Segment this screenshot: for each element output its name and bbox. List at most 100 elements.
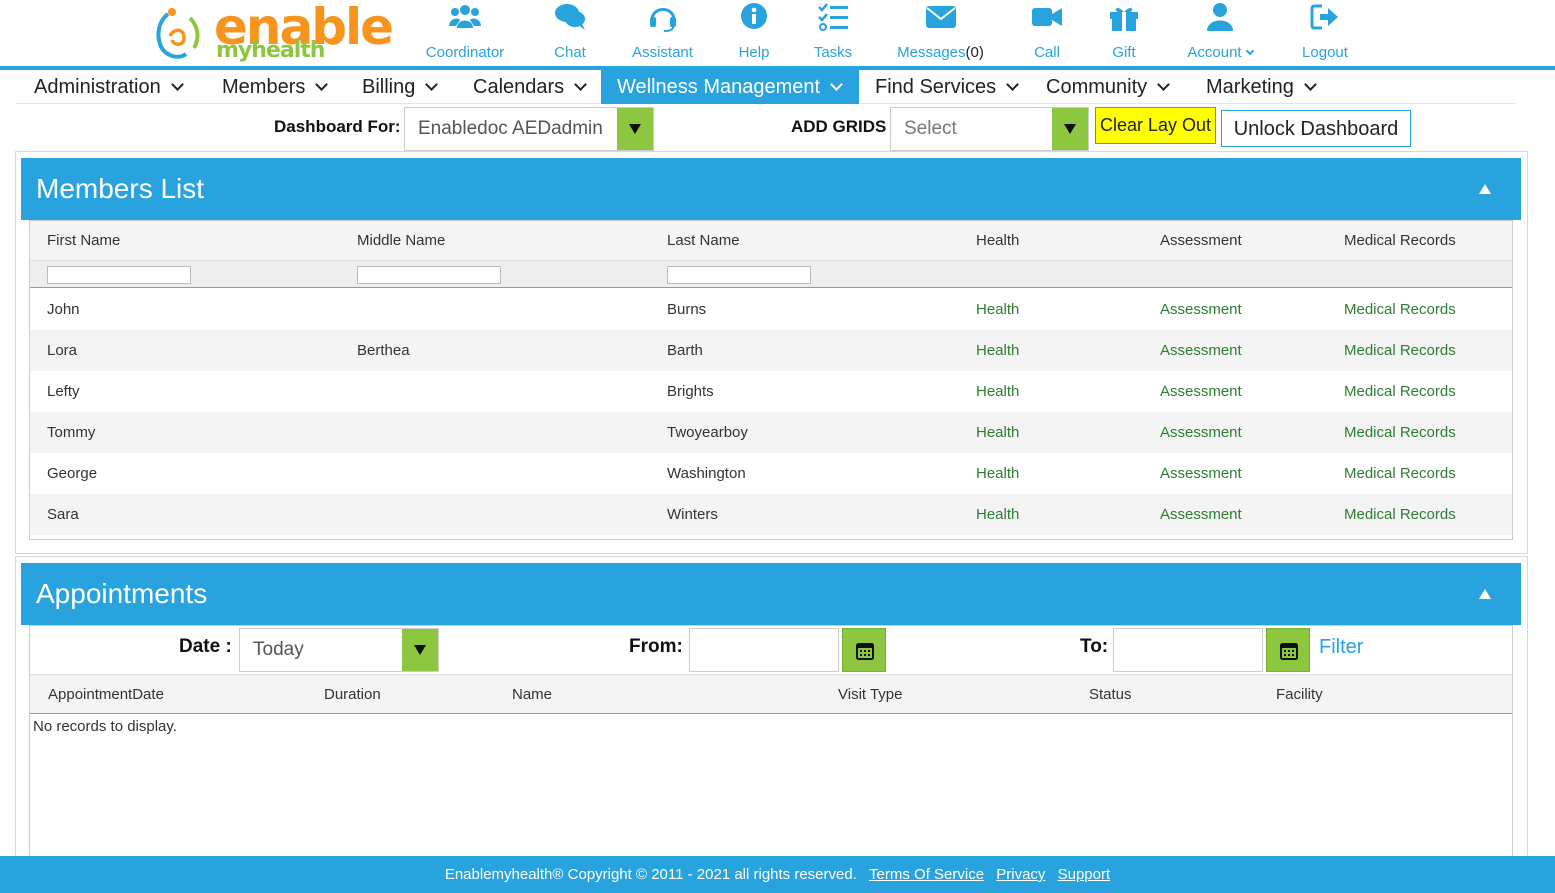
topnav-assistant[interactable]: Assistant xyxy=(625,0,700,66)
tasks-icon xyxy=(818,3,848,31)
health-link[interactable]: Health xyxy=(976,289,1019,330)
medical-records-link[interactable]: Medical Records xyxy=(1344,453,1456,494)
add-grids-label: ADD GRIDS xyxy=(791,117,887,136)
dropdown-arrow-icon[interactable] xyxy=(617,108,653,150)
dashboard-for-label: Dashboard For: xyxy=(274,117,401,136)
first-name-filter-input[interactable] xyxy=(47,266,191,284)
collapse-icon[interactable] xyxy=(1479,589,1491,599)
assessment-link[interactable]: Assessment xyxy=(1160,371,1242,412)
calendar-icon xyxy=(1280,643,1298,660)
menu-members[interactable]: Members xyxy=(222,70,329,104)
table-row[interactable]: Lora Berthea Barth Health Assessment Med… xyxy=(30,330,1512,371)
column-header[interactable]: Facility xyxy=(1276,675,1323,715)
topnav-logout[interactable]: Logout xyxy=(1295,0,1355,66)
brand-logo[interactable]: enable myhealth xyxy=(150,0,394,66)
menu-label: Calendars xyxy=(473,76,565,98)
filter-link[interactable]: Filter xyxy=(1319,636,1363,659)
column-header[interactable]: Health xyxy=(976,221,1019,261)
medical-records-link[interactable]: Medical Records xyxy=(1344,494,1456,535)
column-header[interactable]: Duration xyxy=(324,675,381,715)
menu-label: Billing xyxy=(362,76,416,98)
menu-label: Find Services xyxy=(875,76,997,98)
chevron-down-icon xyxy=(1303,78,1317,91)
gift-icon xyxy=(1110,7,1138,31)
first-name-cell: Tommy xyxy=(47,424,96,441)
table-row[interactable]: Tommy Twoyearboy Health Assessment Medic… xyxy=(30,412,1512,453)
main-menu: Administration Members Billing Calendars… xyxy=(16,70,1516,104)
column-header[interactable]: Visit Type xyxy=(838,675,902,715)
chevron-down-icon xyxy=(315,78,329,91)
column-header[interactable]: Middle Name xyxy=(357,221,445,261)
dropdown-arrow-icon[interactable] xyxy=(402,629,438,671)
menu-administration[interactable]: Administration xyxy=(34,70,184,104)
topnav-coordinator[interactable]: Coordinator xyxy=(420,0,510,66)
health-link[interactable]: Health xyxy=(976,494,1019,535)
appointments-panel-title: Appointments xyxy=(36,578,208,609)
menu-find-services[interactable]: Find Services xyxy=(875,70,1020,104)
table-row[interactable]: Lefty Brights Health Assessment Medical … xyxy=(30,371,1512,412)
unlock-dashboard-button[interactable]: Unlock Dashboard xyxy=(1221,110,1411,147)
topnav-gift[interactable]: Gift xyxy=(1098,0,1150,66)
health-link[interactable]: Health xyxy=(976,453,1019,494)
last-name-filter-input[interactable] xyxy=(667,266,811,284)
last-name-cell: Barth xyxy=(667,342,703,359)
table-row[interactable]: George Washington Health Assessment Medi… xyxy=(30,453,1512,494)
members-panel-header[interactable]: Members List xyxy=(21,158,1521,220)
column-header[interactable]: Name xyxy=(512,675,552,715)
health-link[interactable]: Health xyxy=(976,371,1019,412)
topnav-account[interactable]: Account xyxy=(1175,0,1265,66)
column-header[interactable]: Medical Records xyxy=(1344,221,1456,261)
column-header[interactable]: Status xyxy=(1089,675,1132,715)
to-date-input[interactable] xyxy=(1113,628,1263,672)
add-grids-select[interactable]: Select xyxy=(890,107,1089,151)
medical-records-link[interactable]: Medical Records xyxy=(1344,412,1456,453)
topnav-help[interactable]: Help xyxy=(725,0,783,66)
menu-wellness-management[interactable]: Wellness Management xyxy=(601,70,859,104)
clear-layout-button[interactable]: Clear Lay Out xyxy=(1095,107,1216,144)
column-header[interactable]: First Name xyxy=(47,221,120,261)
date-range-select[interactable]: Today xyxy=(239,628,439,672)
menu-billing[interactable]: Billing xyxy=(362,70,439,104)
table-row[interactable]: John Burns Health Assessment Medical Rec… xyxy=(30,289,1512,330)
topnav-messages[interactable]: Messages(0) xyxy=(893,0,988,66)
topnav-label: Coordinator xyxy=(425,44,505,61)
date-label: Date : xyxy=(179,636,232,657)
from-calendar-button[interactable] xyxy=(842,628,886,672)
menu-marketing[interactable]: Marketing xyxy=(1206,70,1317,104)
appointments-filter-bar: Date : Today From: To: Filter xyxy=(30,626,1512,674)
empty-state-message: No records to display. xyxy=(33,718,177,735)
medical-records-link[interactable]: Medical Records xyxy=(1344,330,1456,371)
privacy-link[interactable]: Privacy xyxy=(996,866,1045,883)
collapse-icon[interactable] xyxy=(1479,184,1491,194)
from-date-input[interactable] xyxy=(689,628,839,672)
assessment-link[interactable]: Assessment xyxy=(1160,289,1242,330)
topnav-tasks[interactable]: Tasks xyxy=(805,0,861,66)
health-link[interactable]: Health xyxy=(976,412,1019,453)
health-link[interactable]: Health xyxy=(976,330,1019,371)
topnav-label: Gift xyxy=(1112,44,1136,61)
menu-community[interactable]: Community xyxy=(1046,70,1171,104)
medical-records-link[interactable]: Medical Records xyxy=(1344,289,1456,330)
appointments-panel-header[interactable]: Appointments xyxy=(21,563,1521,625)
column-header[interactable]: Last Name xyxy=(667,221,740,261)
dropdown-arrow-icon[interactable] xyxy=(1052,108,1088,150)
column-header[interactable]: Assessment xyxy=(1160,221,1242,261)
column-header[interactable]: AppointmentDate xyxy=(48,675,164,715)
to-calendar-button[interactable] xyxy=(1266,628,1310,672)
terms-link[interactable]: Terms Of Service xyxy=(869,866,984,883)
support-link[interactable]: Support xyxy=(1058,866,1111,883)
assessment-link[interactable]: Assessment xyxy=(1160,494,1242,535)
assessment-link[interactable]: Assessment xyxy=(1160,330,1242,371)
chevron-down-icon xyxy=(1245,46,1254,56)
assessment-link[interactable]: Assessment xyxy=(1160,412,1242,453)
chevron-down-icon xyxy=(425,78,439,91)
chevron-down-icon xyxy=(1006,78,1020,91)
medical-records-link[interactable]: Medical Records xyxy=(1344,371,1456,412)
middle-name-filter-input[interactable] xyxy=(357,266,501,284)
topnav-call[interactable]: Call xyxy=(1020,0,1074,66)
dashboard-for-select[interactable]: Enabledoc AEDadmin xyxy=(404,107,654,151)
assessment-link[interactable]: Assessment xyxy=(1160,453,1242,494)
menu-calendars[interactable]: Calendars xyxy=(473,70,588,104)
table-row[interactable]: Sara Winters Health Assessment Medical R… xyxy=(30,494,1512,535)
topnav-chat[interactable]: Chat xyxy=(540,0,600,66)
